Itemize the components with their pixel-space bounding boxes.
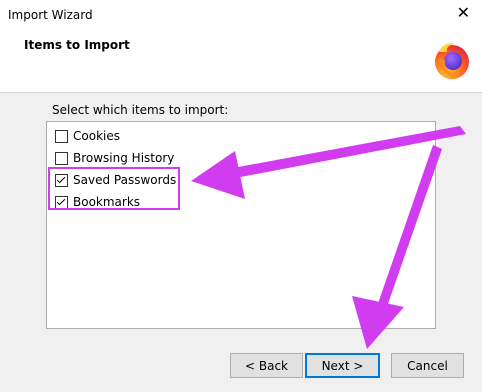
list-item-cookies[interactable]: Cookies bbox=[55, 127, 120, 145]
cookies-label: Cookies bbox=[73, 129, 120, 143]
list-item-browsing-history[interactable]: Browsing History bbox=[55, 149, 174, 167]
list-item-saved-passwords[interactable]: Saved Passwords bbox=[55, 171, 176, 189]
browsing-history-label: Browsing History bbox=[73, 151, 175, 165]
cancel-button[interactable]: Cancel bbox=[391, 353, 464, 378]
import-prompt-label: Select which items to import: bbox=[52, 103, 229, 117]
wizard-header: Items to Import bbox=[0, 30, 482, 93]
bookmarks-checkbox[interactable] bbox=[55, 195, 68, 209]
cookies-checkbox[interactable] bbox=[55, 129, 68, 143]
page-title: Items to Import bbox=[24, 38, 130, 52]
title-bar: Import Wizard ✕ bbox=[0, 0, 482, 30]
next-button[interactable]: Next > bbox=[305, 353, 380, 378]
saved-passwords-checkbox[interactable] bbox=[55, 173, 68, 187]
saved-passwords-label: Saved Passwords bbox=[73, 173, 177, 187]
window-title: Import Wizard bbox=[8, 8, 93, 22]
browsing-history-checkbox[interactable] bbox=[55, 151, 68, 165]
list-item-bookmarks[interactable]: Bookmarks bbox=[55, 193, 140, 211]
firefox-logo-icon bbox=[435, 43, 469, 79]
import-items-list: Cookies Browsing History Saved Passwords… bbox=[46, 121, 436, 329]
close-icon[interactable]: ✕ bbox=[457, 5, 470, 21]
back-button[interactable]: < Back bbox=[230, 353, 303, 378]
bookmarks-label: Bookmarks bbox=[73, 195, 141, 209]
